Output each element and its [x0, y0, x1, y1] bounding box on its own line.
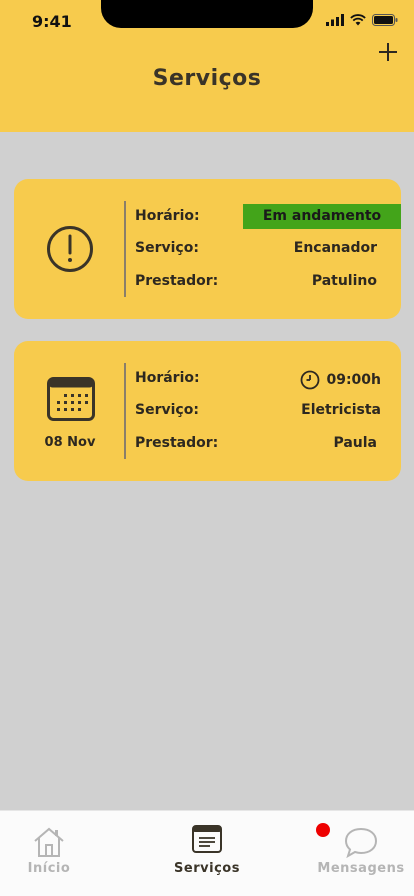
service-card-scheduled[interactable]: 08 Nov Horário: 09:00h Serviço: Eletrici… [14, 341, 401, 481]
status-badge: Em andamento [243, 204, 401, 229]
services-icon [192, 825, 222, 853]
prestador-label: Prestador: [135, 273, 219, 289]
plus-icon [379, 43, 397, 61]
chat-icon [344, 827, 378, 859]
horario-label: Horário: [135, 208, 200, 224]
calendar-icon [47, 377, 95, 421]
tab-label: Mensagens [317, 861, 405, 876]
signal-icon [326, 14, 344, 26]
servico-label: Serviço: [135, 240, 199, 256]
tab-mensagens[interactable]: Mensagens [292, 811, 414, 896]
row-servico: Serviço: Eletricista [135, 398, 401, 422]
home-icon [34, 827, 64, 857]
horario-value: 09:00h [300, 370, 381, 390]
tab-servicos[interactable]: Serviços [138, 811, 276, 896]
servico-label: Serviço: [135, 402, 199, 418]
add-button[interactable] [376, 40, 400, 64]
servico-value: Encanador [293, 240, 377, 256]
tab-label: Início [27, 861, 71, 876]
horario-time: 09:00h [326, 372, 381, 388]
row-servico: Serviço: Encanador [135, 236, 401, 260]
alert-circle-icon [47, 226, 93, 272]
prestador-value: Paula [333, 435, 377, 451]
card-icon-area: 08 Nov [14, 341, 126, 481]
row-horario: Horário: Em andamento [135, 204, 401, 229]
battery-icon [372, 14, 398, 26]
row-prestador: Prestador: Paula [135, 431, 401, 455]
status-icons [326, 14, 398, 26]
card-divider [124, 201, 126, 297]
clock-icon [301, 370, 320, 390]
card-divider [124, 363, 126, 459]
tab-inicio[interactable]: Início [0, 811, 118, 896]
horario-label: Horário: [135, 370, 200, 386]
status-time: 9:41 [32, 12, 72, 31]
notification-badge [316, 823, 330, 837]
prestador-value: Patulino [311, 273, 377, 289]
tab-bar: Início Serviços Mensagens [0, 810, 414, 896]
card-icon-area [14, 179, 126, 319]
servico-value: Eletricista [301, 402, 381, 418]
tab-label: Serviços [174, 861, 240, 876]
page-title: Serviços [152, 66, 262, 91]
status-bar: 9:41 [0, 0, 414, 44]
prestador-label: Prestador: [135, 435, 219, 451]
notch [101, 0, 313, 28]
service-card-in-progress[interactable]: Horário: Em andamento Serviço: Encanador… [14, 179, 401, 319]
row-horario: Horário: 09:00h [135, 366, 401, 390]
row-prestador: Prestador: Patulino [135, 269, 401, 293]
wifi-icon [350, 14, 366, 26]
header: 9:41 Serviços [0, 0, 414, 132]
date-label: 08 Nov [44, 435, 96, 450]
